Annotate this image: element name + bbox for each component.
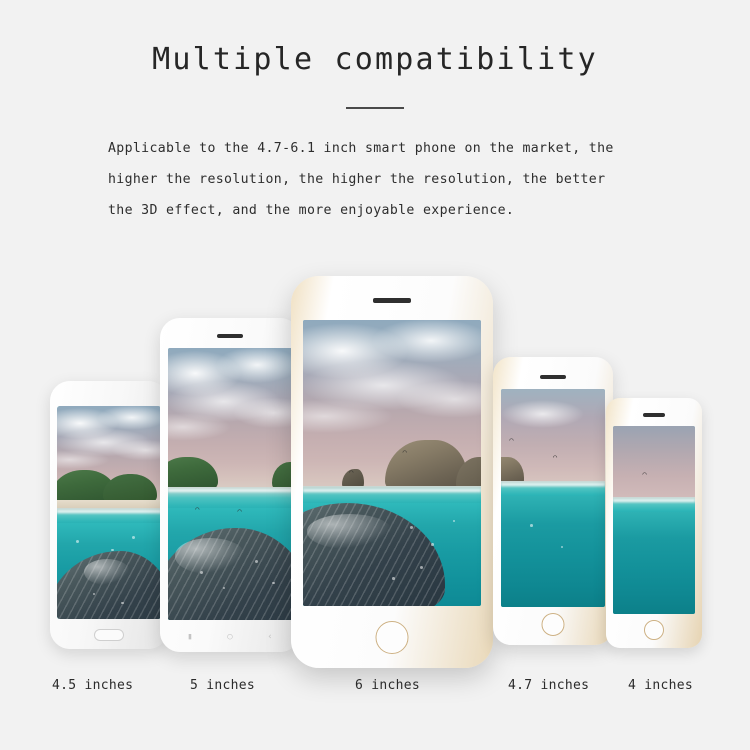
phone-2[interactable]: ⌒ ⌒ ▮ ○ ‹ bbox=[160, 318, 300, 652]
caption-phone-1: 4.5 inches bbox=[52, 678, 134, 693]
phone-5-home-button[interactable] bbox=[644, 620, 664, 640]
phone-3-screen: ⌒ ⌒ bbox=[303, 320, 481, 606]
phone-5[interactable]: ⌒ bbox=[606, 398, 702, 648]
phone-1-screen bbox=[57, 406, 161, 619]
phone-1[interactable] bbox=[50, 381, 168, 649]
back-chevron-icon[interactable]: ‹ bbox=[267, 632, 272, 642]
phone-2-screen: ⌒ ⌒ bbox=[168, 348, 292, 620]
caption-phone-2: 5 inches bbox=[190, 678, 256, 693]
phone-3[interactable]: ⌒ ⌒ bbox=[291, 276, 493, 668]
phone-2-earpiece bbox=[217, 334, 243, 338]
phone-4-home-button[interactable] bbox=[541, 613, 565, 636]
phone-5-wallpaper: ⌒ bbox=[613, 426, 695, 614]
caption-phone-5: 4 inches bbox=[628, 678, 694, 693]
phone-4-screen: ⌒ ⌒ bbox=[501, 389, 605, 607]
caption-phone-4: 4.7 inches bbox=[508, 678, 590, 693]
phone-4-wallpaper: ⌒ ⌒ bbox=[501, 389, 605, 607]
phone-2-wallpaper: ⌒ ⌒ bbox=[168, 348, 292, 620]
phone-4[interactable]: ⌒ ⌒ bbox=[493, 357, 613, 645]
caption-phone-3: 6 inches bbox=[355, 678, 421, 693]
phone-5-screen: ⌒ bbox=[613, 426, 695, 614]
phone-2-navigation-bar[interactable]: ▮ ○ ‹ bbox=[170, 628, 290, 646]
phone-1-wallpaper bbox=[57, 406, 161, 619]
phone-1-home-button[interactable] bbox=[94, 629, 124, 641]
phone-3-earpiece bbox=[373, 298, 411, 303]
phone-3-home-button[interactable] bbox=[375, 621, 409, 654]
phone-3-wallpaper: ⌒ ⌒ bbox=[303, 320, 481, 606]
size-captions: 4.5 inches 5 inches 6 inches 4.7 inches … bbox=[0, 678, 750, 700]
phone-5-earpiece bbox=[643, 413, 665, 417]
phone-lineup: ⌒ ⌒ ▮ ○ ‹ ⌒ ⌒ ⌒ ⌒ ⌒ bbox=[0, 0, 750, 750]
phone-4-earpiece bbox=[540, 375, 566, 379]
menu-icon[interactable]: ▮ bbox=[187, 632, 192, 642]
home-circle-icon[interactable]: ○ bbox=[227, 632, 232, 642]
